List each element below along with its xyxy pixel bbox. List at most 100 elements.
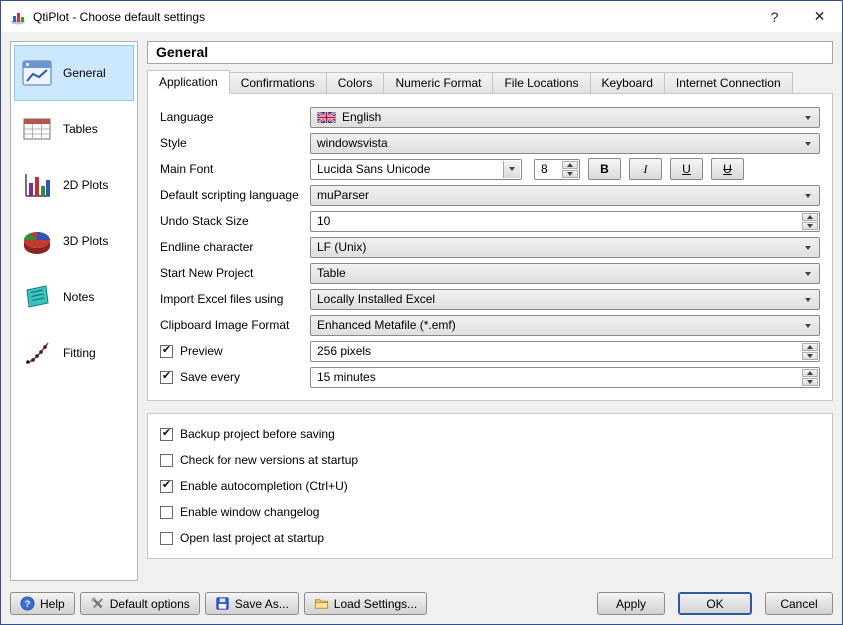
style-row: Style windowsvista	[160, 130, 820, 156]
window-title: QtiPlot - Choose default settings	[33, 10, 752, 24]
combo-value: muParser	[317, 188, 369, 202]
spin-down-button[interactable]	[562, 170, 578, 178]
tab-bar: Application Confirmations Colors Numeric…	[147, 69, 833, 93]
preview-checkbox[interactable]	[160, 345, 173, 358]
save-every-row: Save every 15 minutes	[160, 364, 820, 390]
spin-up-button[interactable]	[802, 369, 818, 377]
spin-up-button[interactable]	[562, 161, 578, 169]
autocompletion-checkbox[interactable]	[160, 480, 173, 493]
fitting-icon	[20, 336, 54, 370]
endline-label: Endline character	[160, 240, 253, 254]
sidebar-item-label: Notes	[63, 290, 94, 304]
close-button[interactable]: ✕	[797, 1, 842, 32]
tab-file-locations[interactable]: File Locations	[492, 72, 590, 93]
tab-internet-connection[interactable]: Internet Connection	[664, 72, 793, 93]
combo-value: windowsvista	[317, 136, 388, 150]
backup-label[interactable]: Backup project before saving	[180, 427, 335, 441]
underline-button[interactable]: U	[670, 158, 703, 180]
preview-label[interactable]: Preview	[180, 344, 223, 358]
default-options-button[interactable]: Default options	[80, 592, 200, 615]
italic-button[interactable]: I	[629, 158, 662, 180]
sidebar-item-label: Fitting	[63, 346, 96, 360]
language-select[interactable]: English	[310, 107, 820, 128]
check-versions-label[interactable]: Check for new versions at startup	[180, 453, 358, 467]
changelog-checkbox[interactable]	[160, 506, 173, 519]
clipboard-format-row: Clipboard Image Format Enhanced Metafile…	[160, 312, 820, 338]
help-titlebar-button[interactable]: ?	[752, 1, 797, 32]
chevron-down-icon	[805, 298, 811, 302]
check-versions-checkbox[interactable]	[160, 454, 173, 467]
sidebar-item-2d-plots[interactable]: 2D Plots	[14, 157, 134, 213]
spin-up-button[interactable]	[802, 213, 818, 221]
combo-value: Locally Installed Excel	[317, 292, 435, 306]
import-excel-label: Import Excel files using	[160, 292, 283, 306]
tab-keyboard[interactable]: Keyboard	[590, 72, 665, 93]
general-icon	[20, 56, 54, 90]
floppy-disk-icon	[215, 596, 230, 611]
spin-down-button[interactable]	[802, 222, 818, 230]
default-options-button-label: Default options	[110, 597, 190, 611]
save-as-button[interactable]: Save As...	[205, 592, 299, 615]
start-new-project-select[interactable]: Table	[310, 263, 820, 284]
cancel-button[interactable]: Cancel	[765, 592, 833, 615]
load-settings-button[interactable]: Load Settings...	[304, 592, 427, 615]
spin-down-button[interactable]	[802, 352, 818, 360]
tab-numeric-format[interactable]: Numeric Format	[383, 72, 493, 93]
save-every-label[interactable]: Save every	[180, 370, 240, 384]
2d-plots-icon	[20, 168, 54, 202]
import-excel-select[interactable]: Locally Installed Excel	[310, 289, 820, 310]
start-new-project-row: Start New Project Table	[160, 260, 820, 286]
clipboard-format-select[interactable]: Enhanced Metafile (*.emf)	[310, 315, 820, 336]
strikethrough-button[interactable]: U	[711, 158, 744, 180]
style-select[interactable]: windowsvista	[310, 133, 820, 154]
settings-dialog: QtiPlot - Choose default settings ? ✕ Ge…	[0, 0, 843, 625]
changelog-label[interactable]: Enable window changelog	[180, 505, 319, 519]
help-button-label: Help	[40, 597, 65, 611]
tab-confirmations[interactable]: Confirmations	[229, 72, 327, 93]
endline-row: Endline character LF (Unix)	[160, 234, 820, 260]
uk-flag-icon	[317, 112, 336, 123]
open-last-project-label[interactable]: Open last project at startup	[180, 531, 324, 545]
spinner-value: 15 minutes	[317, 370, 376, 384]
svg-text:?: ?	[25, 599, 31, 609]
endline-character-select[interactable]: LF (Unix)	[310, 237, 820, 258]
sidebar-item-general[interactable]: General	[14, 45, 134, 101]
chevron-down-icon[interactable]	[503, 161, 520, 178]
options-group: Backup project before saving Check for n…	[147, 413, 833, 559]
backup-option: Backup project before saving	[160, 427, 820, 441]
preview-row: Preview 256 pixels	[160, 338, 820, 364]
spinner-value: 10	[317, 214, 330, 228]
open-last-project-checkbox[interactable]	[160, 532, 173, 545]
page-title: General	[147, 41, 833, 64]
undo-stack-size-spinner[interactable]: 10	[310, 211, 820, 232]
tab-colors[interactable]: Colors	[326, 72, 385, 93]
sidebar-item-label: General	[63, 66, 106, 80]
help-button[interactable]: ? Help	[10, 592, 75, 615]
scripting-language-select[interactable]: muParser	[310, 185, 820, 206]
font-size-spinner[interactable]: 8	[534, 159, 580, 180]
sidebar-item-fitting[interactable]: Fitting	[14, 325, 134, 381]
3d-plots-icon	[20, 224, 54, 258]
backup-checkbox[interactable]	[160, 428, 173, 441]
tab-application[interactable]: Application	[147, 70, 230, 94]
sidebar-item-notes[interactable]: Notes	[14, 269, 134, 325]
spin-down-button[interactable]	[802, 378, 818, 386]
spin-up-button[interactable]	[802, 343, 818, 351]
combo-value: English	[342, 110, 381, 124]
save-every-checkbox[interactable]	[160, 371, 173, 384]
help-icon: ?	[20, 596, 35, 611]
main-font-row: Main Font Lucida Sans Unicode 8 B	[160, 156, 820, 182]
apply-button[interactable]: Apply	[597, 592, 665, 615]
sidebar-item-tables[interactable]: Tables	[14, 101, 134, 157]
autocompletion-label[interactable]: Enable autocompletion (Ctrl+U)	[180, 479, 348, 493]
main-font-select[interactable]: Lucida Sans Unicode	[310, 159, 522, 180]
undo-label: Undo Stack Size	[160, 214, 249, 228]
save-as-button-label: Save As...	[235, 597, 289, 611]
style-label: Style	[160, 136, 187, 150]
bold-button[interactable]: B	[588, 158, 621, 180]
sidebar-item-3d-plots[interactable]: 3D Plots	[14, 213, 134, 269]
save-interval-spinner[interactable]: 15 minutes	[310, 367, 820, 388]
preview-size-spinner[interactable]: 256 pixels	[310, 341, 820, 362]
ok-button[interactable]: OK	[678, 592, 752, 615]
clipboard-format-label: Clipboard Image Format	[160, 318, 289, 332]
